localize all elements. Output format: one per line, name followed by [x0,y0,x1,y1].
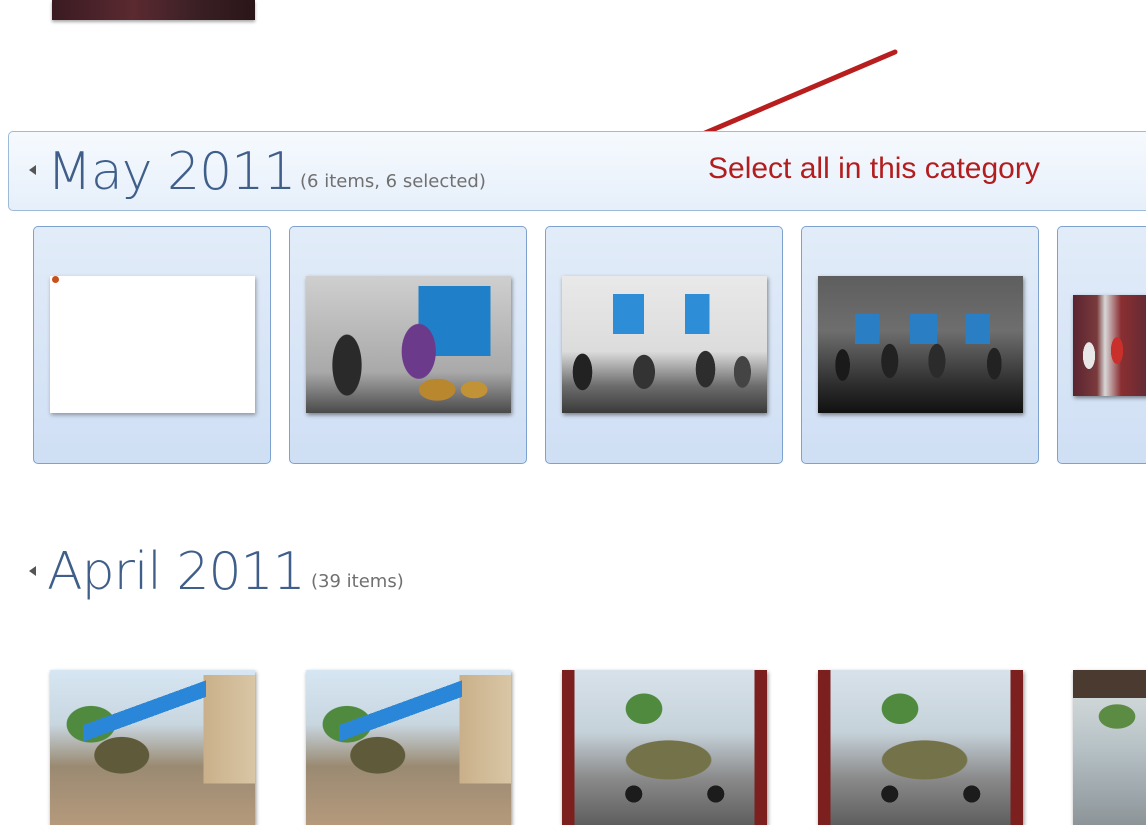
photo-thumbnail [306,276,511,413]
annotation-label: Select all in this category [708,152,1040,185]
previous-group-thumbnail[interactable] [52,0,255,20]
photo-marker [52,276,59,283]
group-item-count: (6 items, 6 selected) [300,171,486,192]
collapse-arrow-icon[interactable] [29,566,36,576]
group-item-count: (39 items) [311,571,404,592]
photo-thumbnail[interactable] [50,670,255,825]
photo-thumbnail [562,276,767,413]
photo-thumbnail[interactable] [562,670,767,825]
photo-thumbnail [818,276,1023,413]
photo-thumbnail[interactable] [818,670,1023,825]
photo-thumbnail [1073,295,1146,396]
collapse-arrow-icon[interactable] [29,165,36,175]
group-title: April 2011 [47,542,306,602]
photo-thumbnail [50,276,255,413]
photo-thumbnail[interactable] [1073,670,1146,825]
photo-thumbnail[interactable] [306,670,511,825]
group-title: May 2011 [47,142,296,202]
